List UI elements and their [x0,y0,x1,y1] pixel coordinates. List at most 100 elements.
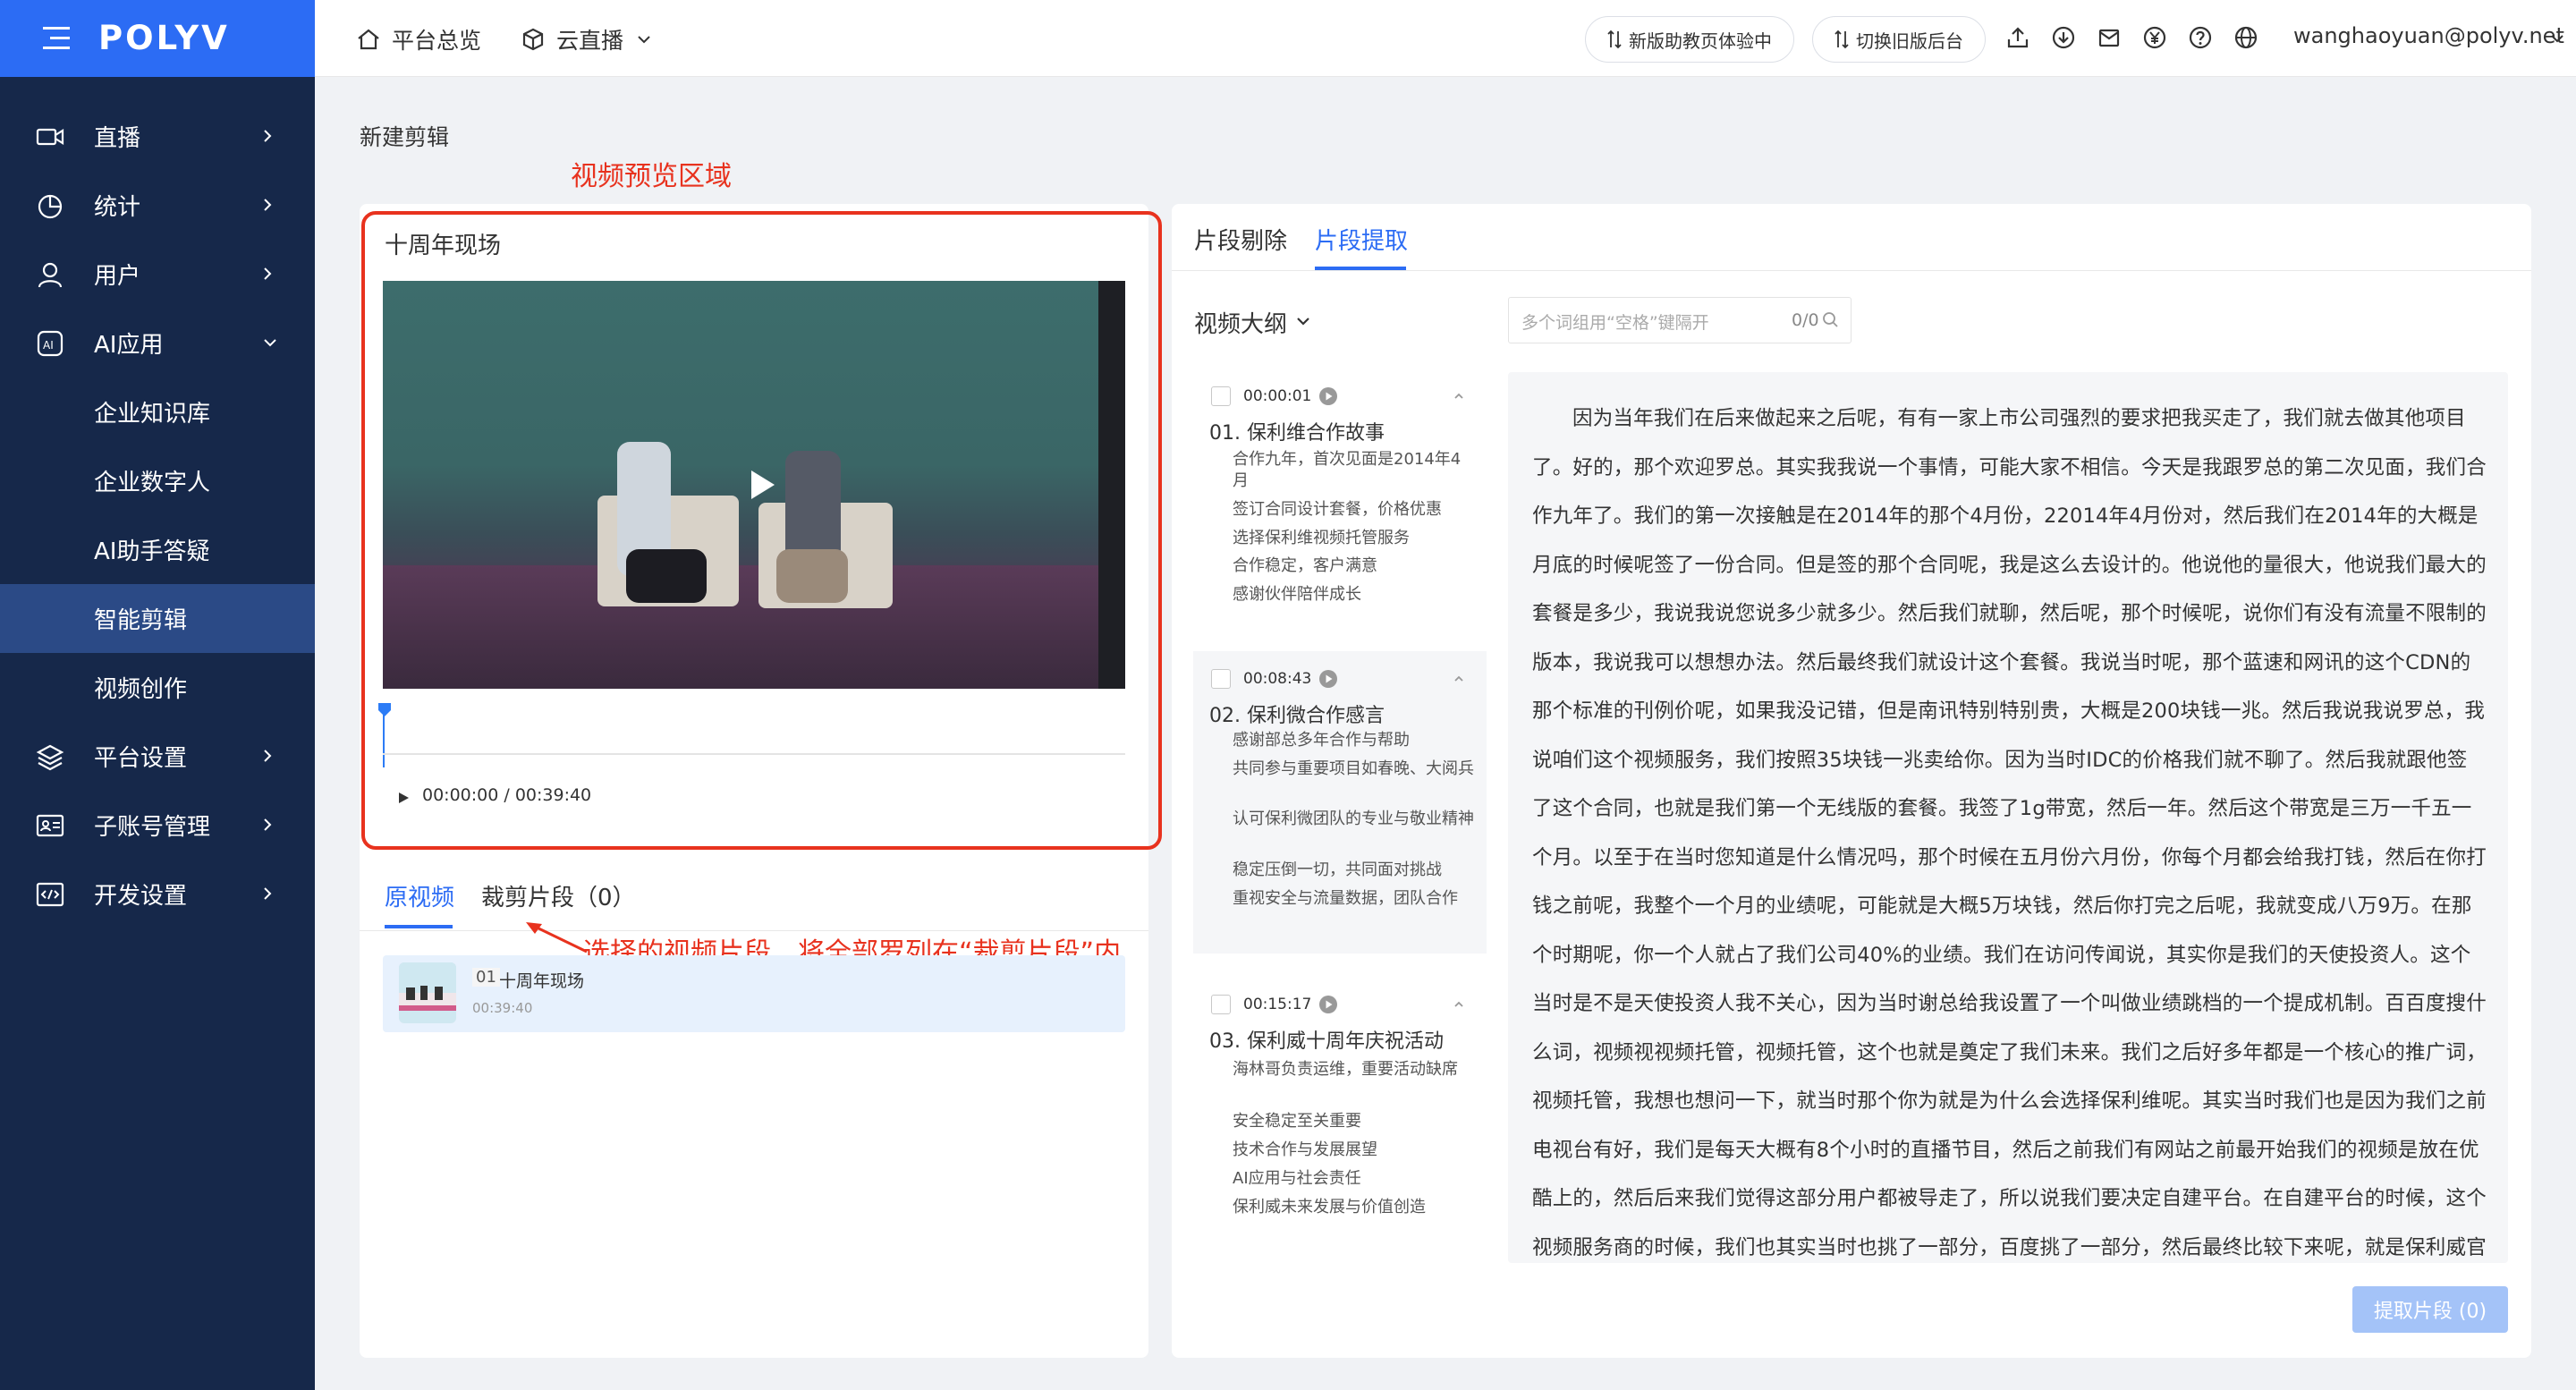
sidebar-item-knowledge[interactable]: 企业知识库 [0,377,315,446]
outline-chapter[interactable]: 00:15:17 03. 保利威十周年庆祝活动 海林哥负责运维，重要活动缺席 安… [1193,977,1487,1254]
video-player[interactable] [383,281,1125,689]
tab-segment-delete[interactable]: 片段剔除 [1194,223,1287,256]
sidebar-item-ai[interactable]: AI AI应用 [0,309,315,377]
sidebar-item-label: 开发设置 [94,883,188,910]
tab-original-video[interactable]: 原视频 [385,879,454,912]
page-title: 新建剪辑 [360,124,450,150]
chapter-checkbox[interactable] [1211,995,1231,1014]
layers-icon [36,742,64,771]
extract-segment-button[interactable]: 提取片段 (0) [2352,1286,2508,1333]
globe-icon[interactable] [2233,25,2262,54]
sidebar-item-label: 直播 [94,125,141,152]
play-circle-icon[interactable] [1318,386,1338,406]
sidebar-item-label: 平台设置 [94,745,188,772]
tab-segment-extract[interactable]: 片段提取 [1315,223,1408,256]
transcript-panel[interactable]: 因为当年我们在后来做起来之后呢，有有一家上市公司强烈的要求把我买走了，我们就去做… [1508,372,2508,1263]
help-icon[interactable] [2188,25,2216,54]
chapter-title: 03. 保利威十周年庆祝活动 [1209,1030,1444,1053]
pie-chart-icon [36,191,64,220]
play-circle-icon[interactable] [1318,669,1338,689]
sidebar-item-label: 视频创作 [94,676,188,703]
upload-icon[interactable] [2005,25,2034,54]
search-input[interactable]: 多个词组用“空格”键隔开 [1521,309,1709,334]
chapter-checkbox[interactable] [1211,669,1231,689]
sidebar-nav: 直播 统计 用户 AI AI应用 企业知识库 企业数字人 AI助手答疑 智能剪辑 [0,102,315,928]
platform-overview-link[interactable]: 平台总览 [356,23,481,55]
chevron-up-icon[interactable] [1453,673,1465,685]
chapter-checkbox[interactable] [1211,386,1231,406]
chapter-point: 技术合作与发展展望 [1233,1140,1377,1159]
chapter-time: 00:15:17 [1243,996,1312,1013]
platform-overview-label: 平台总览 [392,28,482,54]
timecode: 00:00:00 / 00:39:40 [422,785,592,805]
mail-icon[interactable] [2097,25,2125,54]
chevron-right-icon [261,127,274,145]
divider [1172,270,2531,271]
new-home-label: 新版助教页体验中 [1629,30,1772,52]
sidebar-item-live[interactable]: 直播 [0,102,315,171]
switch-old-button[interactable]: 切换旧版后台 [1812,16,1986,63]
chevron-down-icon[interactable] [2549,30,2565,47]
id-card-icon [36,811,64,840]
sidebar-item-platform-settings[interactable]: 平台设置 [0,722,315,791]
sidebar-item-label: 子账号管理 [94,814,211,841]
switch-icon [1607,30,1622,49]
sidebar-item-label: 企业数字人 [94,470,211,496]
logo-bar: POLYV [0,0,315,77]
yen-icon[interactable] [2142,25,2171,54]
progress-knob[interactable] [377,701,393,717]
ai-icon: AI [36,329,64,358]
sidebar-item-stats[interactable]: 统计 [0,171,315,240]
svg-text:AI: AI [43,339,54,352]
chevron-up-icon[interactable] [1453,390,1465,403]
transcript-text[interactable]: 因为当年我们在后来做起来之后呢，有有一家上市公司强烈的要求把我买走了，我们就去做… [1532,394,2487,1263]
search-icon[interactable] [1822,311,1840,329]
tab-active-underline [385,925,453,928]
sidebar-item-smart-clip[interactable]: 智能剪辑 [0,584,315,653]
progress-track[interactable] [383,753,1125,755]
sidebar-item-dev-settings[interactable]: 开发设置 [0,860,315,928]
chapter-point: 合作稳定，客户满意 [1233,556,1377,575]
outline-chapter[interactable]: 00:00:01 01. 保利维合作故事 合作九年，首次见面是2014年4月 签… [1193,369,1487,637]
sidebar-item-users[interactable]: 用户 [0,240,315,309]
annotation-preview-area: 视频预览区域 [571,161,732,192]
top-header: 平台总览 云直播 新版助教页体验中 切换旧版后台 wanghaoyuan@pol… [315,0,2576,77]
keyword-search[interactable]: 多个词组用“空格”键隔开 0/0 [1508,297,1852,343]
sidebar-item-ai-assistant[interactable]: AI助手答疑 [0,515,315,584]
play-icon[interactable] [735,460,785,510]
user-icon [36,260,64,289]
chapter-point: AI应用与社会责任 [1233,1169,1361,1188]
download-icon[interactable] [2051,25,2080,54]
user-email[interactable]: wanghaoyuan@polyv.net [2293,23,2564,48]
chevron-down-icon[interactable] [1295,313,1311,329]
play-circle-icon[interactable] [1318,995,1338,1014]
cube-icon [521,27,546,52]
clip-thumbnail [399,962,456,1023]
chapter-point: 选择保利维视频托管服务 [1233,529,1410,547]
sidebar-item-subaccount[interactable]: 子账号管理 [0,791,315,860]
new-home-button[interactable]: 新版助教页体验中 [1585,16,1794,63]
video-camera-icon [36,123,64,151]
clip-list-item[interactable]: 01 十周年现场 00:39:40 [383,955,1125,1032]
chapter-point: 合作九年，首次见面是2014年4月 [1233,450,1462,490]
tab-cut-clips[interactable]: 裁剪片段（0） [481,879,636,912]
sidebar-item-label: 统计 [94,194,141,221]
chevron-up-icon[interactable] [1453,998,1465,1011]
cloud-live-menu[interactable]: 云直播 [521,23,652,55]
outline-chapter[interactable]: 00:08:43 02. 保利微合作感言 感谢部总多年合作与帮助 共同参与重要项… [1193,651,1487,954]
chapter-point: 海林哥负责运维，重要活动缺席 [1233,1060,1458,1079]
menu-icon[interactable] [43,26,72,51]
chevron-right-icon [261,747,274,765]
sidebar-item-label: AI应用 [94,332,164,359]
play-small-icon[interactable] [395,790,411,806]
sidebar-item-label: 智能剪辑 [94,607,188,634]
clip-duration: 00:39:40 [472,1000,533,1016]
sidebar-item-video-create[interactable]: 视频创作 [0,653,315,722]
outline-title[interactable]: 视频大纲 [1194,306,1287,339]
clip-name: 十周年现场 [499,971,585,991]
chevron-down-icon [261,334,279,352]
chevron-right-icon [261,885,274,903]
sidebar-item-digital-human[interactable]: 企业数字人 [0,446,315,515]
chapter-point: 安全稳定至关重要 [1233,1112,1361,1131]
chapter-time: 00:00:01 [1243,387,1312,405]
